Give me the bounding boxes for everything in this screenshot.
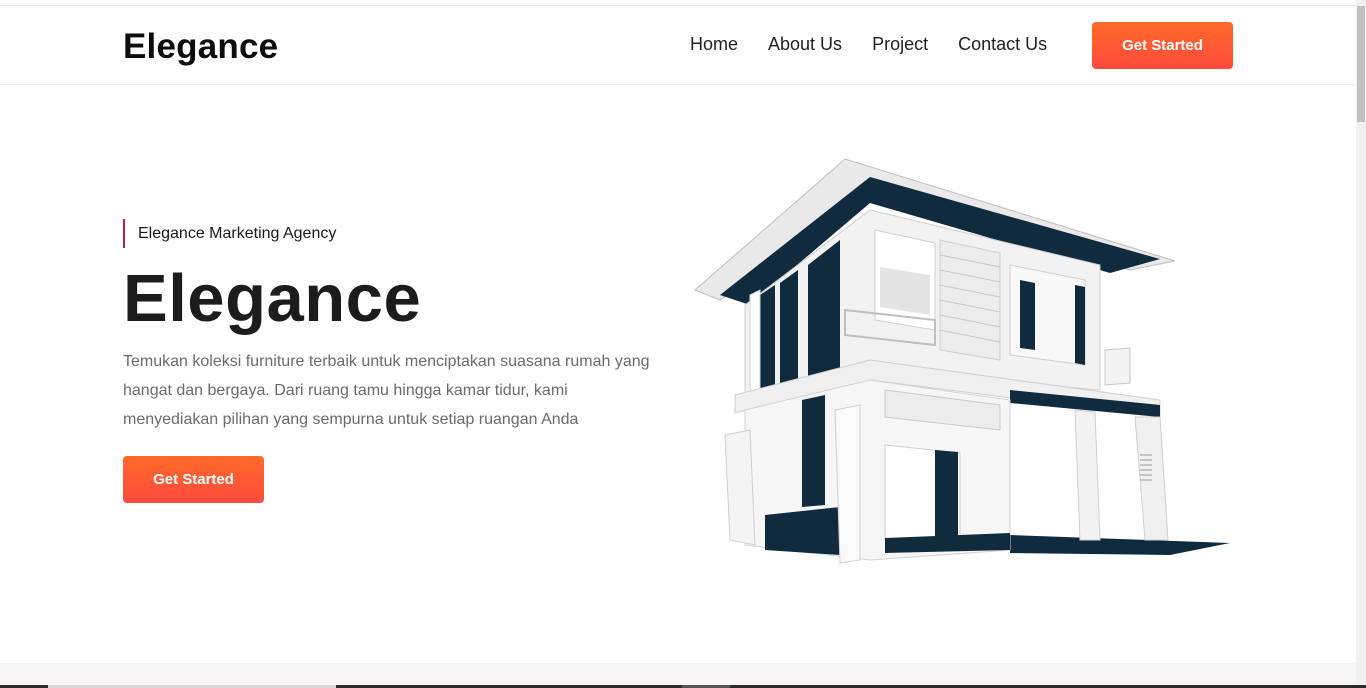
- hero-tagline: Elegance Marketing Agency: [123, 219, 336, 248]
- scrollbar-thumb[interactable]: [1357, 6, 1365, 122]
- hero-title: Elegance: [123, 261, 422, 336]
- nav-link-contact-us[interactable]: Contact Us: [958, 34, 1047, 55]
- nav-get-started-button[interactable]: Get Started: [1092, 22, 1233, 69]
- nav-link-about-us[interactable]: About Us: [768, 34, 842, 55]
- brand-logo[interactable]: Elegance: [123, 27, 278, 67]
- house-illustration: [694, 158, 1230, 564]
- nav-links: Home About Us Project Contact Us: [690, 34, 1077, 55]
- vertical-scrollbar[interactable]: [1356, 0, 1366, 688]
- hero-get-started-button[interactable]: Get Started: [123, 456, 264, 503]
- hero-description: Temukan koleksi furniture terbaik untuk …: [123, 353, 650, 428]
- hero-section: Elegance Marketing Agency Elegance Temuk…: [0, 85, 1356, 663]
- browser-top-edge: [0, 0, 1356, 6]
- nav-link-project[interactable]: Project: [872, 34, 928, 55]
- navbar: Elegance Home About Us Project Contact U…: [0, 7, 1356, 85]
- nav-link-home[interactable]: Home: [690, 34, 738, 55]
